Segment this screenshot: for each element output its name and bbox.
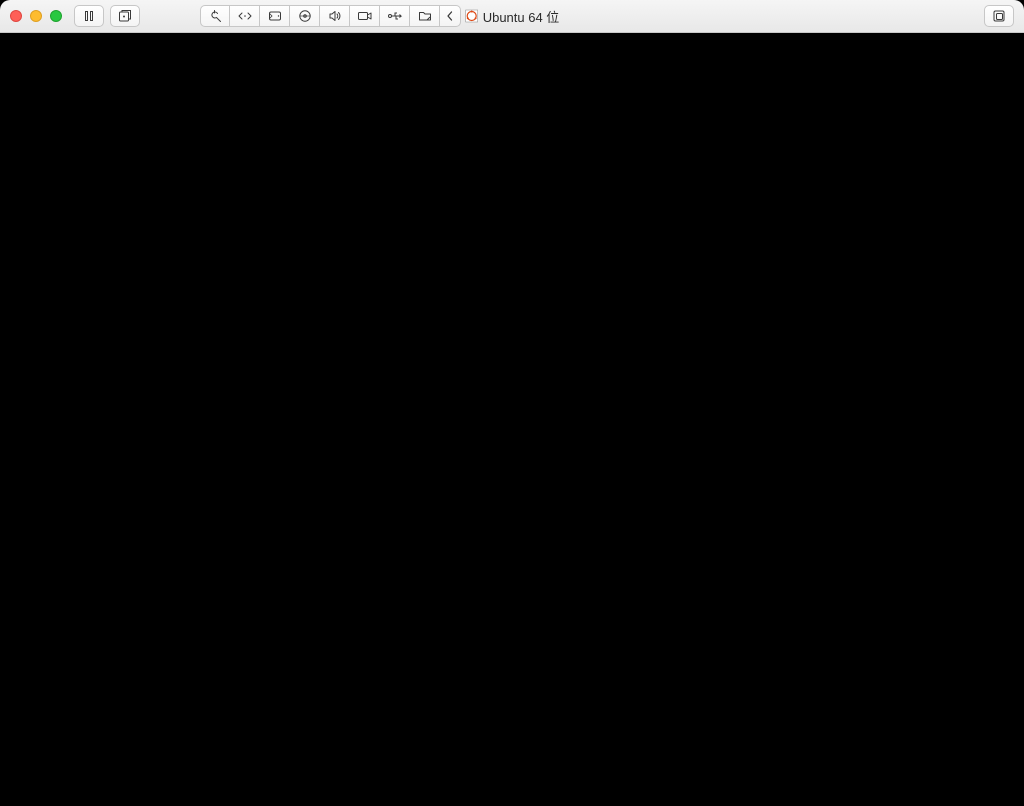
- sound-button[interactable]: [320, 5, 350, 27]
- usb-icon: [387, 10, 403, 22]
- device-toolbar: [200, 5, 461, 27]
- cdrom-icon: [298, 9, 312, 23]
- close-button[interactable]: [10, 10, 22, 22]
- disk-icon: [268, 10, 282, 22]
- sound-icon: [328, 9, 342, 23]
- fullscreen-button[interactable]: [984, 5, 1014, 27]
- chevron-left-icon: [446, 10, 454, 22]
- pause-icon: [83, 10, 95, 22]
- settings-button[interactable]: [200, 5, 230, 27]
- usb-button[interactable]: [380, 5, 410, 27]
- vmware-window: Ubuntu 64 位: [0, 0, 1024, 806]
- vm-os-icon: [465, 9, 479, 23]
- cdrom-button[interactable]: [290, 5, 320, 27]
- snapshot-icon: [118, 9, 132, 23]
- vm-display[interactable]: [0, 33, 1024, 806]
- shared-folder-button[interactable]: [410, 5, 440, 27]
- camera-button[interactable]: [350, 5, 380, 27]
- wrench-icon: [208, 9, 222, 23]
- window-title-text: Ubuntu 64 位: [483, 7, 560, 26]
- window-title: Ubuntu 64 位: [465, 7, 560, 26]
- zoom-button[interactable]: [50, 10, 62, 22]
- minimize-button[interactable]: [30, 10, 42, 22]
- shared-folder-icon: [418, 10, 432, 22]
- disk-button[interactable]: [260, 5, 290, 27]
- resize-icon: [237, 10, 253, 22]
- fullscreen-icon: [992, 9, 1006, 23]
- pause-button[interactable]: [74, 5, 104, 27]
- camera-icon: [357, 10, 373, 22]
- collapse-toolbar-button[interactable]: [440, 5, 461, 27]
- snapshot-button[interactable]: [110, 5, 140, 27]
- resize-button[interactable]: [230, 5, 260, 27]
- window-controls: [10, 10, 62, 22]
- titlebar: Ubuntu 64 位: [0, 0, 1024, 33]
